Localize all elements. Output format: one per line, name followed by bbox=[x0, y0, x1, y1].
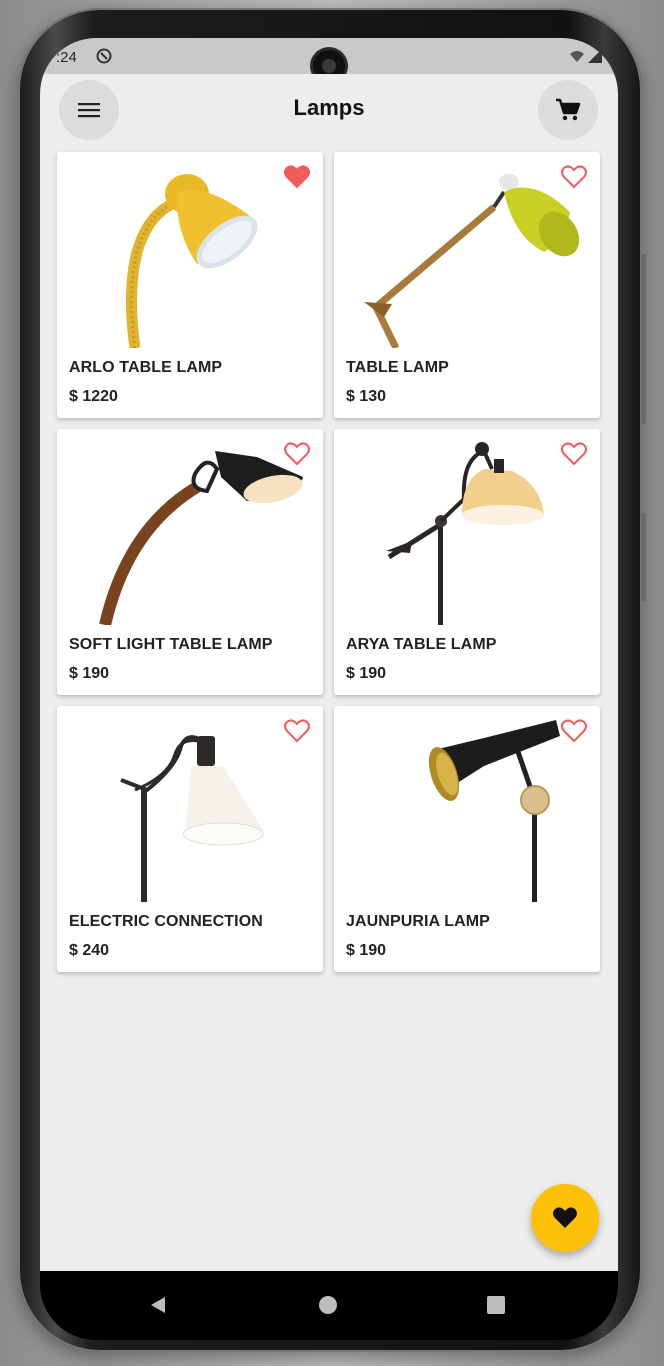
favorite-heart-icon[interactable] bbox=[284, 442, 310, 466]
product-name: ELECTRIC CONNECTION bbox=[69, 913, 263, 930]
product-name: ARYA TABLE LAMP bbox=[346, 636, 497, 653]
cart-icon bbox=[556, 98, 581, 121]
product-price: $ 240 bbox=[69, 942, 110, 959]
product-card[interactable]: JAUNPURIA LAMP $ 190 bbox=[334, 706, 600, 972]
product-name: JAUNPURIA LAMP bbox=[346, 913, 490, 930]
favorite-heart-icon[interactable] bbox=[284, 165, 310, 189]
product-name: TABLE LAMP bbox=[346, 359, 449, 376]
app-screen: Lamps ARLO TABLE LAMP $ 1220 TABLE LAMP … bbox=[40, 74, 618, 1271]
system-nav-bar bbox=[40, 1271, 618, 1340]
recents-button[interactable] bbox=[482, 1291, 510, 1319]
product-price: $ 190 bbox=[346, 942, 387, 959]
app-bar: Lamps bbox=[40, 74, 618, 152]
product-card[interactable]: ELECTRIC CONNECTION $ 240 bbox=[57, 706, 323, 972]
product-card[interactable]: SOFT LIGHT TABLE LAMP $ 190 bbox=[57, 429, 323, 695]
heart-icon bbox=[553, 1207, 577, 1228]
home-button[interactable] bbox=[314, 1291, 342, 1319]
product-price: $ 130 bbox=[346, 388, 387, 405]
product-price: $ 190 bbox=[69, 665, 110, 682]
product-card[interactable]: TABLE LAMP $ 130 bbox=[334, 152, 600, 418]
product-price: $ 1220 bbox=[69, 388, 118, 405]
screen: :24 Lamps ARLO TABLE LAMP $ 1220 TABLE L… bbox=[40, 38, 618, 1340]
sync-icon bbox=[96, 48, 112, 68]
favorite-heart-icon[interactable] bbox=[561, 442, 587, 466]
favorite-heart-icon[interactable] bbox=[561, 165, 587, 189]
favorites-fab-button[interactable] bbox=[531, 1184, 599, 1252]
product-name: SOFT LIGHT TABLE LAMP bbox=[69, 636, 273, 653]
signal-icon bbox=[568, 48, 604, 67]
product-card[interactable]: ARYA TABLE LAMP $ 190 bbox=[334, 429, 600, 695]
product-name: ARLO TABLE LAMP bbox=[69, 359, 223, 376]
back-icon bbox=[151, 1297, 165, 1313]
back-button[interactable] bbox=[144, 1291, 172, 1319]
favorite-heart-icon[interactable] bbox=[284, 719, 310, 743]
status-time: :24 bbox=[56, 49, 77, 66]
favorite-heart-icon[interactable] bbox=[561, 719, 587, 743]
power-button bbox=[641, 513, 646, 601]
volume-button bbox=[641, 254, 646, 424]
page-title: Lamps bbox=[293, 95, 365, 120]
recents-icon bbox=[487, 1296, 505, 1314]
product-price: $ 190 bbox=[346, 665, 387, 682]
home-icon bbox=[319, 1296, 337, 1314]
phone-frame: :24 Lamps ARLO TABLE LAMP $ 1220 TABLE L… bbox=[18, 8, 646, 1352]
product-card[interactable]: ARLO TABLE LAMP $ 1220 bbox=[57, 152, 323, 418]
cart-button[interactable] bbox=[538, 80, 598, 140]
